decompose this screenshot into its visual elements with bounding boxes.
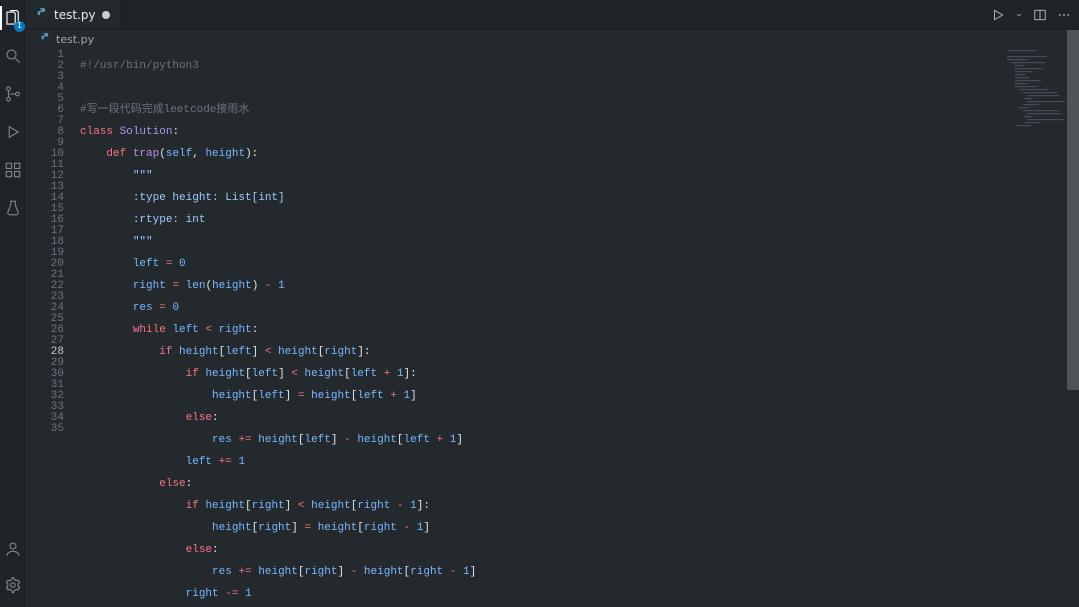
line-number: 5 [26, 94, 80, 105]
breadcrumb-file: test.py [56, 33, 94, 46]
editor-actions [991, 0, 1079, 29]
activity-bar: 1 [0, 0, 26, 607]
run-debug-icon[interactable] [0, 120, 26, 144]
code-editor[interactable]: 1234567891011121314151617181920212223242… [26, 48, 1079, 607]
settings-gear-icon[interactable] [0, 573, 26, 597]
dirty-indicator-icon[interactable] [102, 11, 110, 19]
line-number: 7 [26, 116, 80, 127]
run-file-icon[interactable] [991, 8, 1005, 22]
line-number: 6 [26, 105, 80, 116]
line-number: 1 [26, 50, 80, 61]
line-number: 8 [26, 127, 80, 138]
python-file-icon [36, 7, 48, 22]
run-dropdown-icon[interactable] [1015, 8, 1023, 22]
testing-icon[interactable] [0, 196, 26, 220]
code-content[interactable]: #!/usr/bin/python3 #写一段代码完成leetcode接雨水 c… [80, 48, 1079, 607]
scrollbar-thumb[interactable] [1067, 30, 1079, 390]
more-actions-icon[interactable] [1057, 8, 1071, 22]
line-number: 3 [26, 72, 80, 83]
vertical-scrollbar[interactable] [1067, 30, 1079, 607]
breadcrumb[interactable]: test.py [26, 30, 1079, 48]
extensions-icon[interactable] [0, 158, 26, 182]
source-control-icon[interactable] [0, 82, 26, 106]
python-file-icon [40, 32, 51, 46]
accounts-icon[interactable] [0, 537, 26, 561]
line-number: 35 [26, 424, 80, 435]
split-editor-icon[interactable] [1033, 8, 1047, 22]
editor-group: test.py test.py 123456789101112131415161… [26, 0, 1079, 607]
tab-bar: test.py [26, 0, 1079, 30]
explorer-badge: 1 [14, 21, 25, 32]
line-number: 4 [26, 83, 80, 94]
line-number: 2 [26, 61, 80, 72]
tab-test-py[interactable]: test.py [26, 0, 121, 29]
tab-label: test.py [54, 8, 96, 22]
search-icon[interactable] [0, 44, 26, 68]
line-number-gutter: 1234567891011121314151617181920212223242… [26, 48, 80, 607]
explorer-icon[interactable]: 1 [0, 6, 26, 30]
